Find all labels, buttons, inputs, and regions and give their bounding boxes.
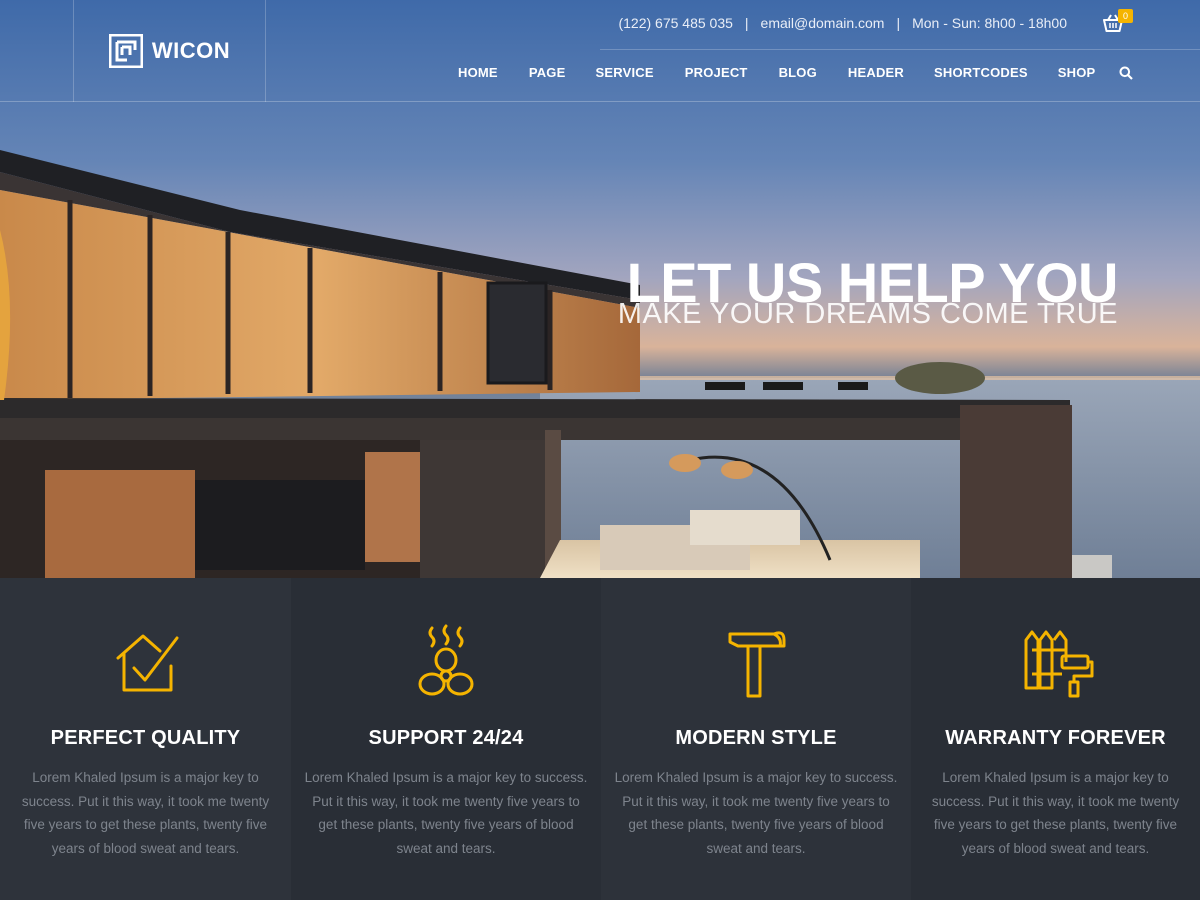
separator: | — [896, 15, 901, 31]
search-icon[interactable] — [1119, 66, 1133, 80]
logo[interactable]: WICON — [73, 0, 266, 102]
site-header: WICON (122) 675 485 035 | email@domain.com… — [0, 0, 1200, 102]
features-section: PERFECT QUALITY Lorem Khaled Ipsum is a … — [0, 578, 1200, 900]
logo-mark-icon — [108, 34, 143, 68]
separator: | — [744, 15, 749, 31]
feature-title: PERFECT QUALITY — [50, 727, 241, 749]
feature-title: WARRANTY FOREVER — [945, 727, 1166, 749]
feature-text: Lorem Khaled Ipsum is a major key to suc… — [304, 770, 588, 856]
hero-subtitle: MAKE YOUR DREAMS COME TRUE — [617, 298, 1118, 330]
opening-hours: Mon - Sun: 8h00 - 18h00 — [912, 15, 1067, 31]
feature-card: WARRANTY FOREVER Lorem Khaled Ipsum is a… — [911, 578, 1200, 900]
main-nav: HOME PAGE SERVICE PROJECT BLOG HEADER SH… — [443, 65, 1095, 80]
feature-title: SUPPORT 24/24 — [368, 727, 524, 749]
feature-card: PERFECT QUALITY Lorem Khaled Ipsum is a … — [0, 578, 291, 900]
nav-item-page[interactable]: PAGE — [529, 65, 566, 80]
hero-banner: WICON (122) 675 485 035 | email@domain.com… — [0, 0, 1200, 578]
cart-count-badge: 0 — [1118, 9, 1133, 23]
nav-item-service[interactable]: SERVICE — [596, 65, 654, 80]
contact-info: (122) 675 485 035 | email@domain.com | Mon -… — [618, 15, 1067, 31]
fence-roller-icon — [1024, 630, 1093, 698]
hammer-icon — [728, 631, 786, 698]
logo-text: WICON — [151, 38, 231, 63]
feature-title: MODERN STYLE — [675, 727, 837, 749]
feature-text: Lorem Khaled Ipsum is a major key to suc… — [614, 770, 898, 856]
phone-number[interactable]: (122) 675 485 035 — [618, 15, 732, 31]
nav-item-shop[interactable]: SHOP — [1058, 65, 1096, 80]
feature-card: SUPPORT 24/24 Lorem Khaled Ipsum is a ma… — [291, 578, 601, 900]
feature-text: Lorem Khaled Ipsum is a major key to suc… — [21, 770, 270, 856]
nav-item-project[interactable]: PROJECT — [685, 65, 748, 80]
house-check-icon — [116, 634, 178, 692]
fan-icon — [418, 624, 474, 696]
email-link[interactable]: email@domain.com — [761, 15, 885, 31]
nav-item-header[interactable]: HEADER — [848, 65, 904, 80]
feature-text: Lorem Khaled Ipsum is a major key to suc… — [931, 770, 1180, 856]
nav-item-home[interactable]: HOME — [458, 65, 498, 80]
feature-card: MODERN STYLE Lorem Khaled Ipsum is a maj… — [601, 578, 911, 900]
nav-item-blog[interactable]: BLOG — [779, 65, 817, 80]
nav-item-shortcodes[interactable]: SHORTCODES — [934, 65, 1028, 80]
